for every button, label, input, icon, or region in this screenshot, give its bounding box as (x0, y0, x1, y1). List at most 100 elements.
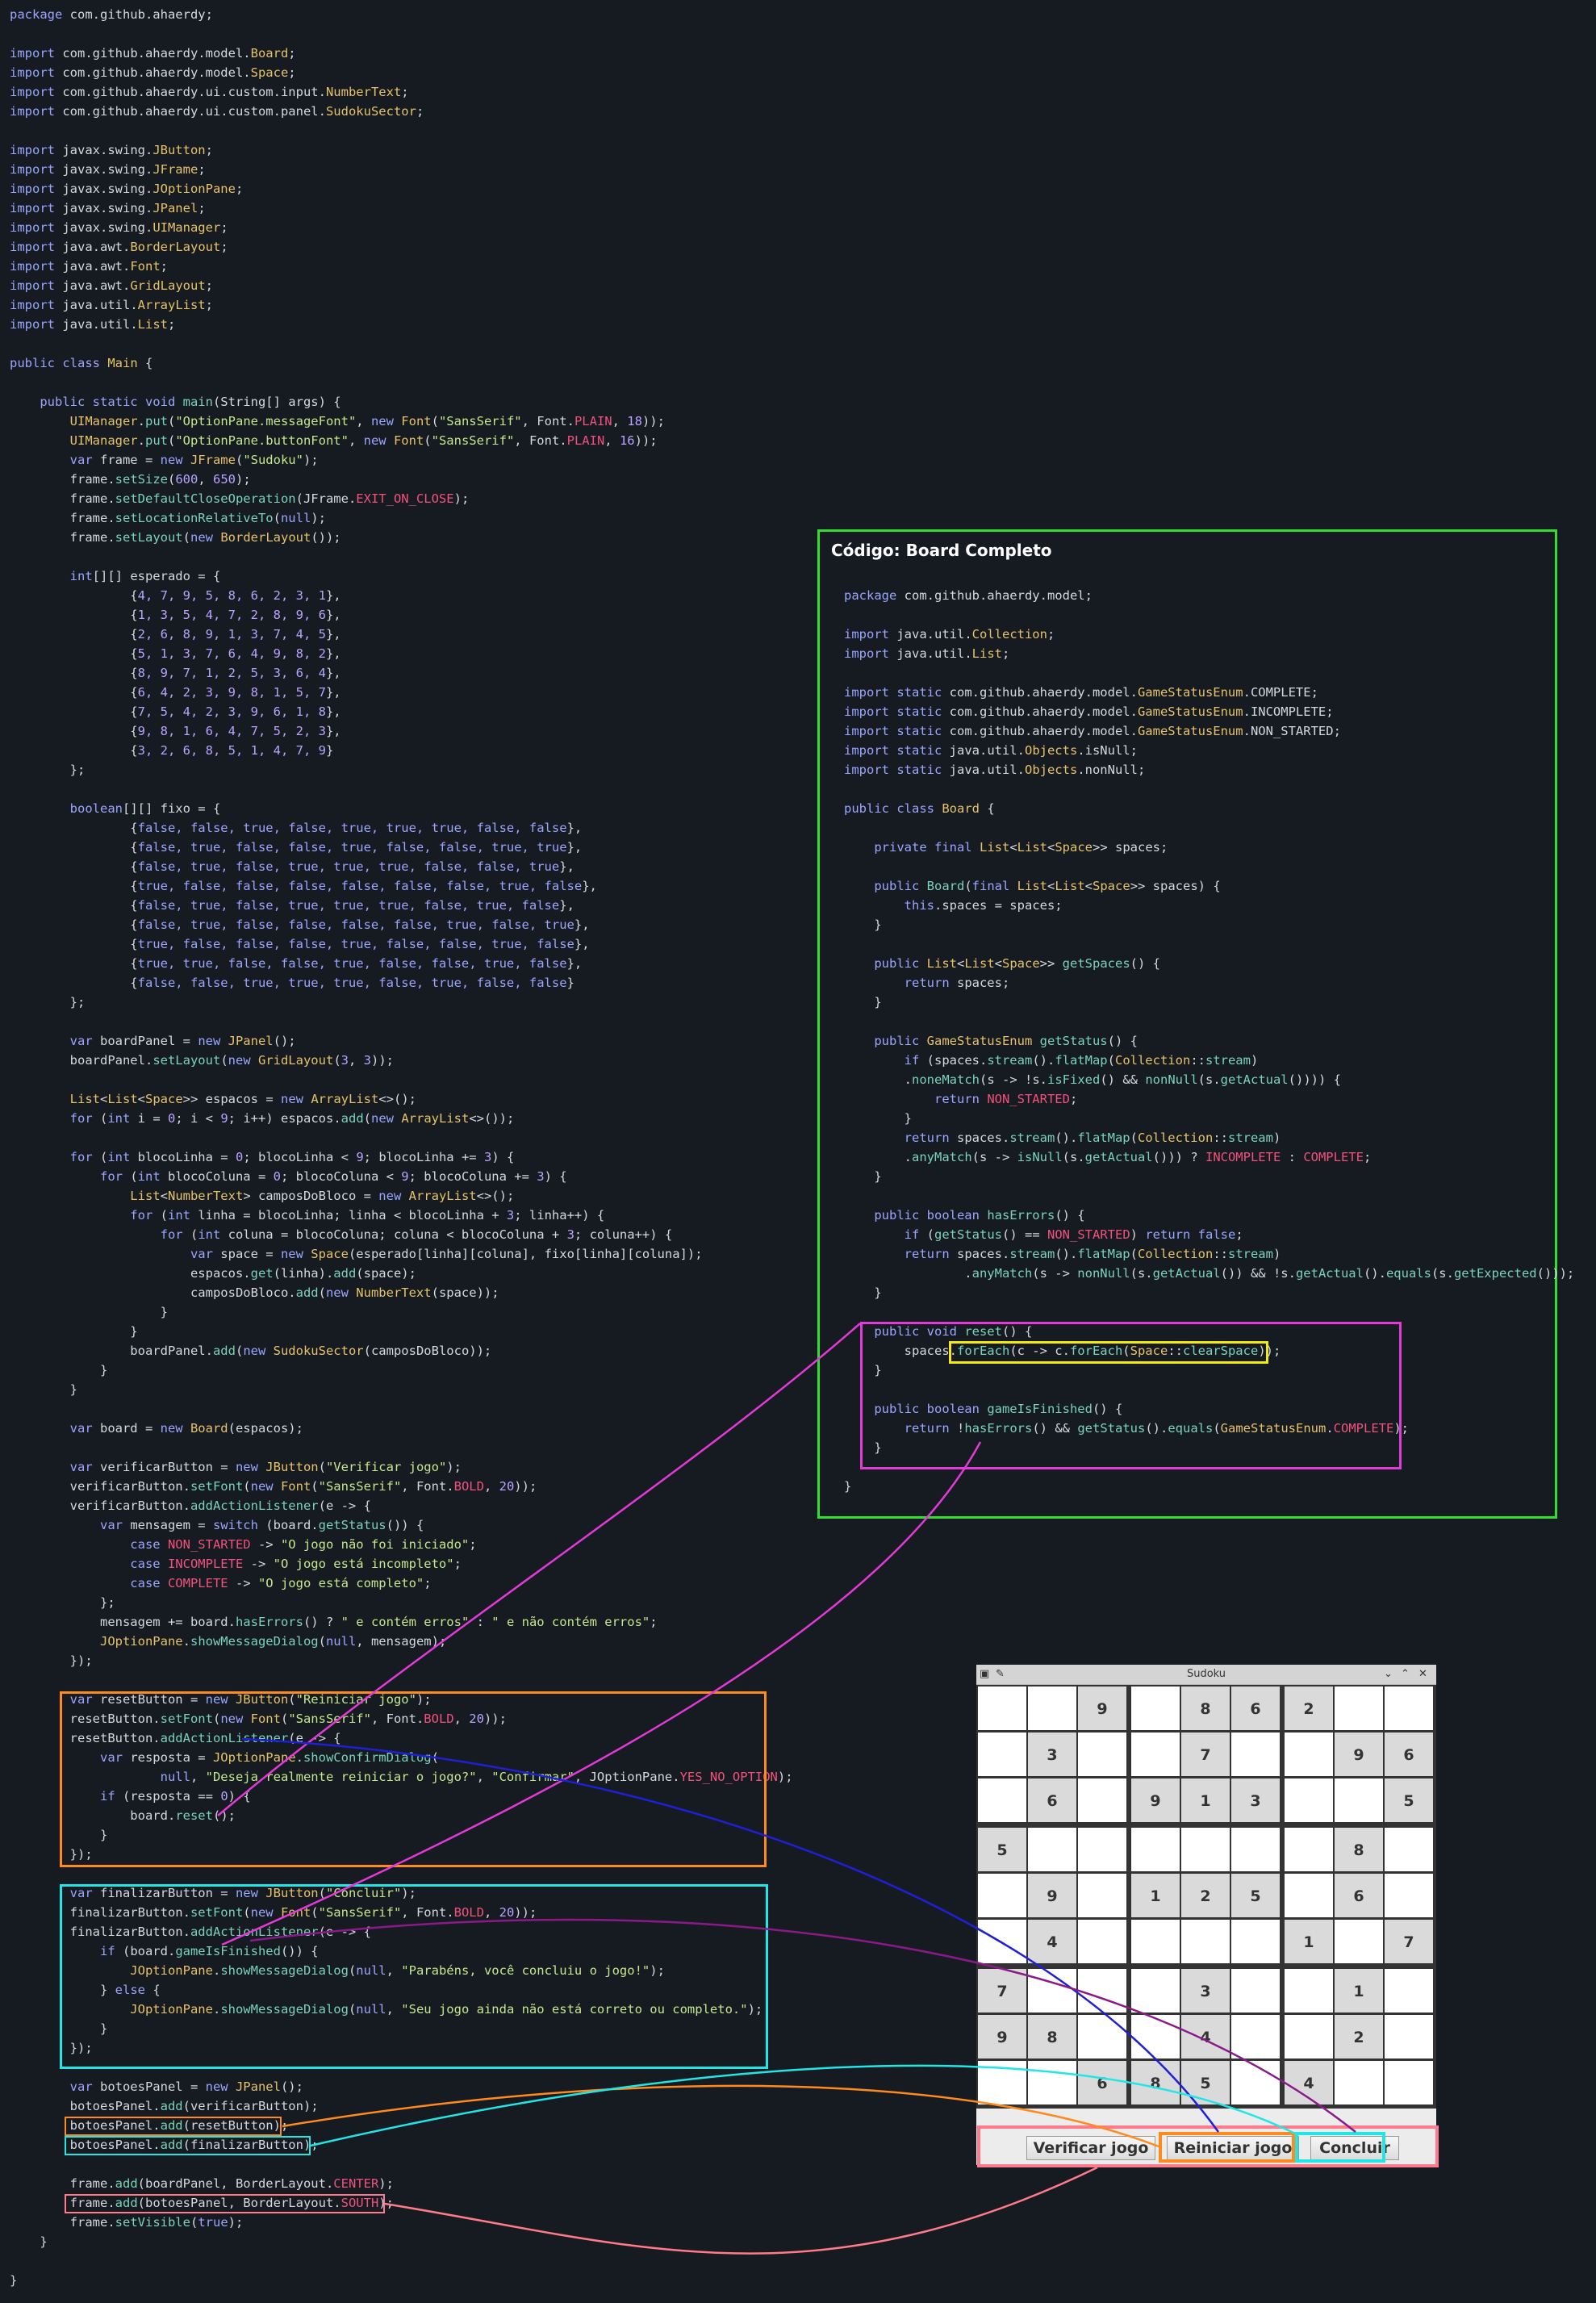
sudoku-cell[interactable] (1231, 1732, 1280, 1776)
sudoku-cell[interactable] (1231, 1969, 1280, 2013)
sudoku-cell[interactable] (1231, 1920, 1280, 1963)
sudoku-cell[interactable]: 8 (1181, 1686, 1230, 1730)
sudoku-cell[interactable] (1285, 1874, 1333, 1917)
sudoku-cell[interactable] (1231, 2015, 1280, 2058)
sudoku-cell[interactable] (1078, 1874, 1126, 1917)
sudoku-cell[interactable] (1385, 1874, 1433, 1917)
sudoku-cell[interactable] (978, 1778, 1026, 1822)
sudoku-cell[interactable] (1028, 1686, 1076, 1730)
minimize-icon[interactable]: ⌄ (1384, 1667, 1393, 1682)
sudoku-cell[interactable]: 7 (1385, 1920, 1433, 1963)
sudoku-cell[interactable]: 9 (1028, 1874, 1076, 1917)
sudoku-cell[interactable]: 5 (1181, 2061, 1230, 2104)
close-icon[interactable]: ✕ (1418, 1667, 1427, 1682)
sudoku-cell[interactable]: 4 (1285, 2061, 1333, 2104)
sudoku-cell[interactable] (1385, 1828, 1433, 1871)
code-token: . (182, 1634, 190, 1649)
sudoku-cell[interactable]: 6 (1385, 1732, 1433, 1776)
sudoku-cell[interactable] (978, 2061, 1026, 2104)
sudoku-cell[interactable] (1078, 1778, 1126, 1822)
sudoku-cell[interactable] (1285, 1732, 1333, 1776)
sudoku-cell[interactable] (1181, 1828, 1230, 1871)
sudoku-cell[interactable] (978, 1874, 1026, 1917)
sudoku-cell[interactable] (1131, 1969, 1180, 2013)
sudoku-cell[interactable] (1385, 1969, 1433, 2013)
sudoku-cell[interactable] (978, 1920, 1026, 1963)
code-token: null (280, 511, 311, 525)
sudoku-cell[interactable] (1285, 1969, 1333, 2013)
sudoku-cell[interactable] (1335, 2061, 1383, 2104)
sudoku-cell[interactable] (1078, 1969, 1126, 2013)
sudoku-cell[interactable]: 3 (1028, 1732, 1076, 1776)
sudoku-cell[interactable]: 8 (1131, 2061, 1180, 2104)
sudoku-cell[interactable] (1385, 2015, 1433, 2058)
code-token: ( (318, 1634, 326, 1649)
sudoku-cell[interactable]: 2 (1335, 2015, 1383, 2058)
sudoku-cell[interactable] (1231, 2061, 1280, 2104)
sudoku-cell[interactable] (1385, 1686, 1433, 1730)
sudoku-cell[interactable]: 1 (1285, 1920, 1333, 1963)
maximize-icon[interactable]: ⌃ (1401, 1667, 1410, 1682)
sudoku-cell[interactable]: 8 (1028, 2015, 1076, 2058)
sudoku-cell[interactable] (1078, 1828, 1126, 1871)
sudoku-cell[interactable] (1028, 1828, 1076, 1871)
sudoku-cell[interactable]: 6 (1028, 1778, 1076, 1822)
sudoku-cell[interactable] (1131, 2015, 1180, 2058)
sudoku-cell[interactable] (1028, 1969, 1076, 2013)
sudoku-cell[interactable]: 9 (1078, 1686, 1126, 1730)
sudoku-cell[interactable]: 6 (1335, 1874, 1383, 1917)
code-token: { (10, 743, 138, 758)
sudoku-cell[interactable]: 4 (1181, 2015, 1230, 2058)
sudoku-cell[interactable] (978, 1732, 1026, 1776)
sudoku-cell[interactable] (1335, 1778, 1383, 1822)
reset-button-code-highlight (60, 1691, 767, 1867)
sudoku-cell[interactable] (1078, 2015, 1126, 2058)
sudoku-cell[interactable]: 5 (978, 1828, 1026, 1871)
sudoku-cell[interactable]: 7 (978, 1969, 1026, 2013)
sudoku-cell[interactable]: 1 (1181, 1778, 1230, 1822)
sudoku-cell[interactable]: 5 (1231, 1874, 1280, 1917)
sudoku-cell[interactable]: 8 (1335, 1828, 1383, 1871)
sudoku-cell[interactable]: 6 (1231, 1686, 1280, 1730)
window-title: Sudoku (1186, 1668, 1226, 1680)
sudoku-cell[interactable]: 4 (1028, 1920, 1076, 1963)
sudoku-cell[interactable]: 5 (1385, 1778, 1433, 1822)
sudoku-cell[interactable]: 1 (1131, 1874, 1180, 1917)
sudoku-cell[interactable] (1028, 2061, 1076, 2104)
code-token: 3, 2, 6, 8, 5, 1, 4, 7, 9 (137, 743, 326, 758)
code-token: Board (250, 46, 289, 61)
sudoku-cell[interactable]: 3 (1231, 1778, 1280, 1822)
code-token: { (10, 627, 138, 642)
sudoku-cell[interactable] (1078, 1732, 1126, 1776)
sudoku-cell[interactable]: 9 (978, 2015, 1026, 2058)
sudoku-cell[interactable]: 6 (1078, 2061, 1126, 2104)
code-line: } (10, 1380, 793, 1399)
sudoku-cell[interactable] (1335, 1920, 1383, 1963)
sudoku-cell[interactable] (1285, 1828, 1333, 1871)
sudoku-cell[interactable] (1131, 1828, 1180, 1871)
sudoku-cell[interactable] (1285, 2015, 1333, 2058)
sudoku-cell[interactable]: 9 (1335, 1732, 1383, 1776)
sudoku-cell[interactable] (1285, 1778, 1333, 1822)
sudoku-cell[interactable]: 2 (1285, 1686, 1333, 1730)
code-token: -> (250, 1537, 281, 1552)
sudoku-cell[interactable] (1181, 1920, 1230, 1963)
sudoku-cell[interactable]: 3 (1181, 1969, 1230, 2013)
sudoku-cell[interactable] (1131, 1732, 1180, 1776)
sudoku-cell[interactable] (1385, 2061, 1433, 2104)
sudoku-cell[interactable] (978, 1686, 1026, 1730)
code-line: {8, 9, 7, 1, 2, 5, 3, 6, 4}, (10, 663, 793, 683)
code-token: . (844, 1072, 912, 1087)
sudoku-sector: 936 (976, 1685, 1130, 1826)
sudoku-cell[interactable]: 7 (1181, 1732, 1230, 1776)
sudoku-cell[interactable]: 9 (1131, 1778, 1180, 1822)
sudoku-cell[interactable]: 2 (1181, 1874, 1230, 1917)
code-token: space = (220, 1247, 281, 1261)
sudoku-cell[interactable]: 1 (1335, 1969, 1383, 2013)
sudoku-cell[interactable] (1335, 1686, 1383, 1730)
sudoku-cell[interactable] (1131, 1686, 1180, 1730)
sudoku-cell[interactable] (1078, 1920, 1126, 1963)
sudoku-cell[interactable] (1131, 1920, 1180, 1963)
sudoku-cell[interactable] (1231, 1828, 1280, 1871)
